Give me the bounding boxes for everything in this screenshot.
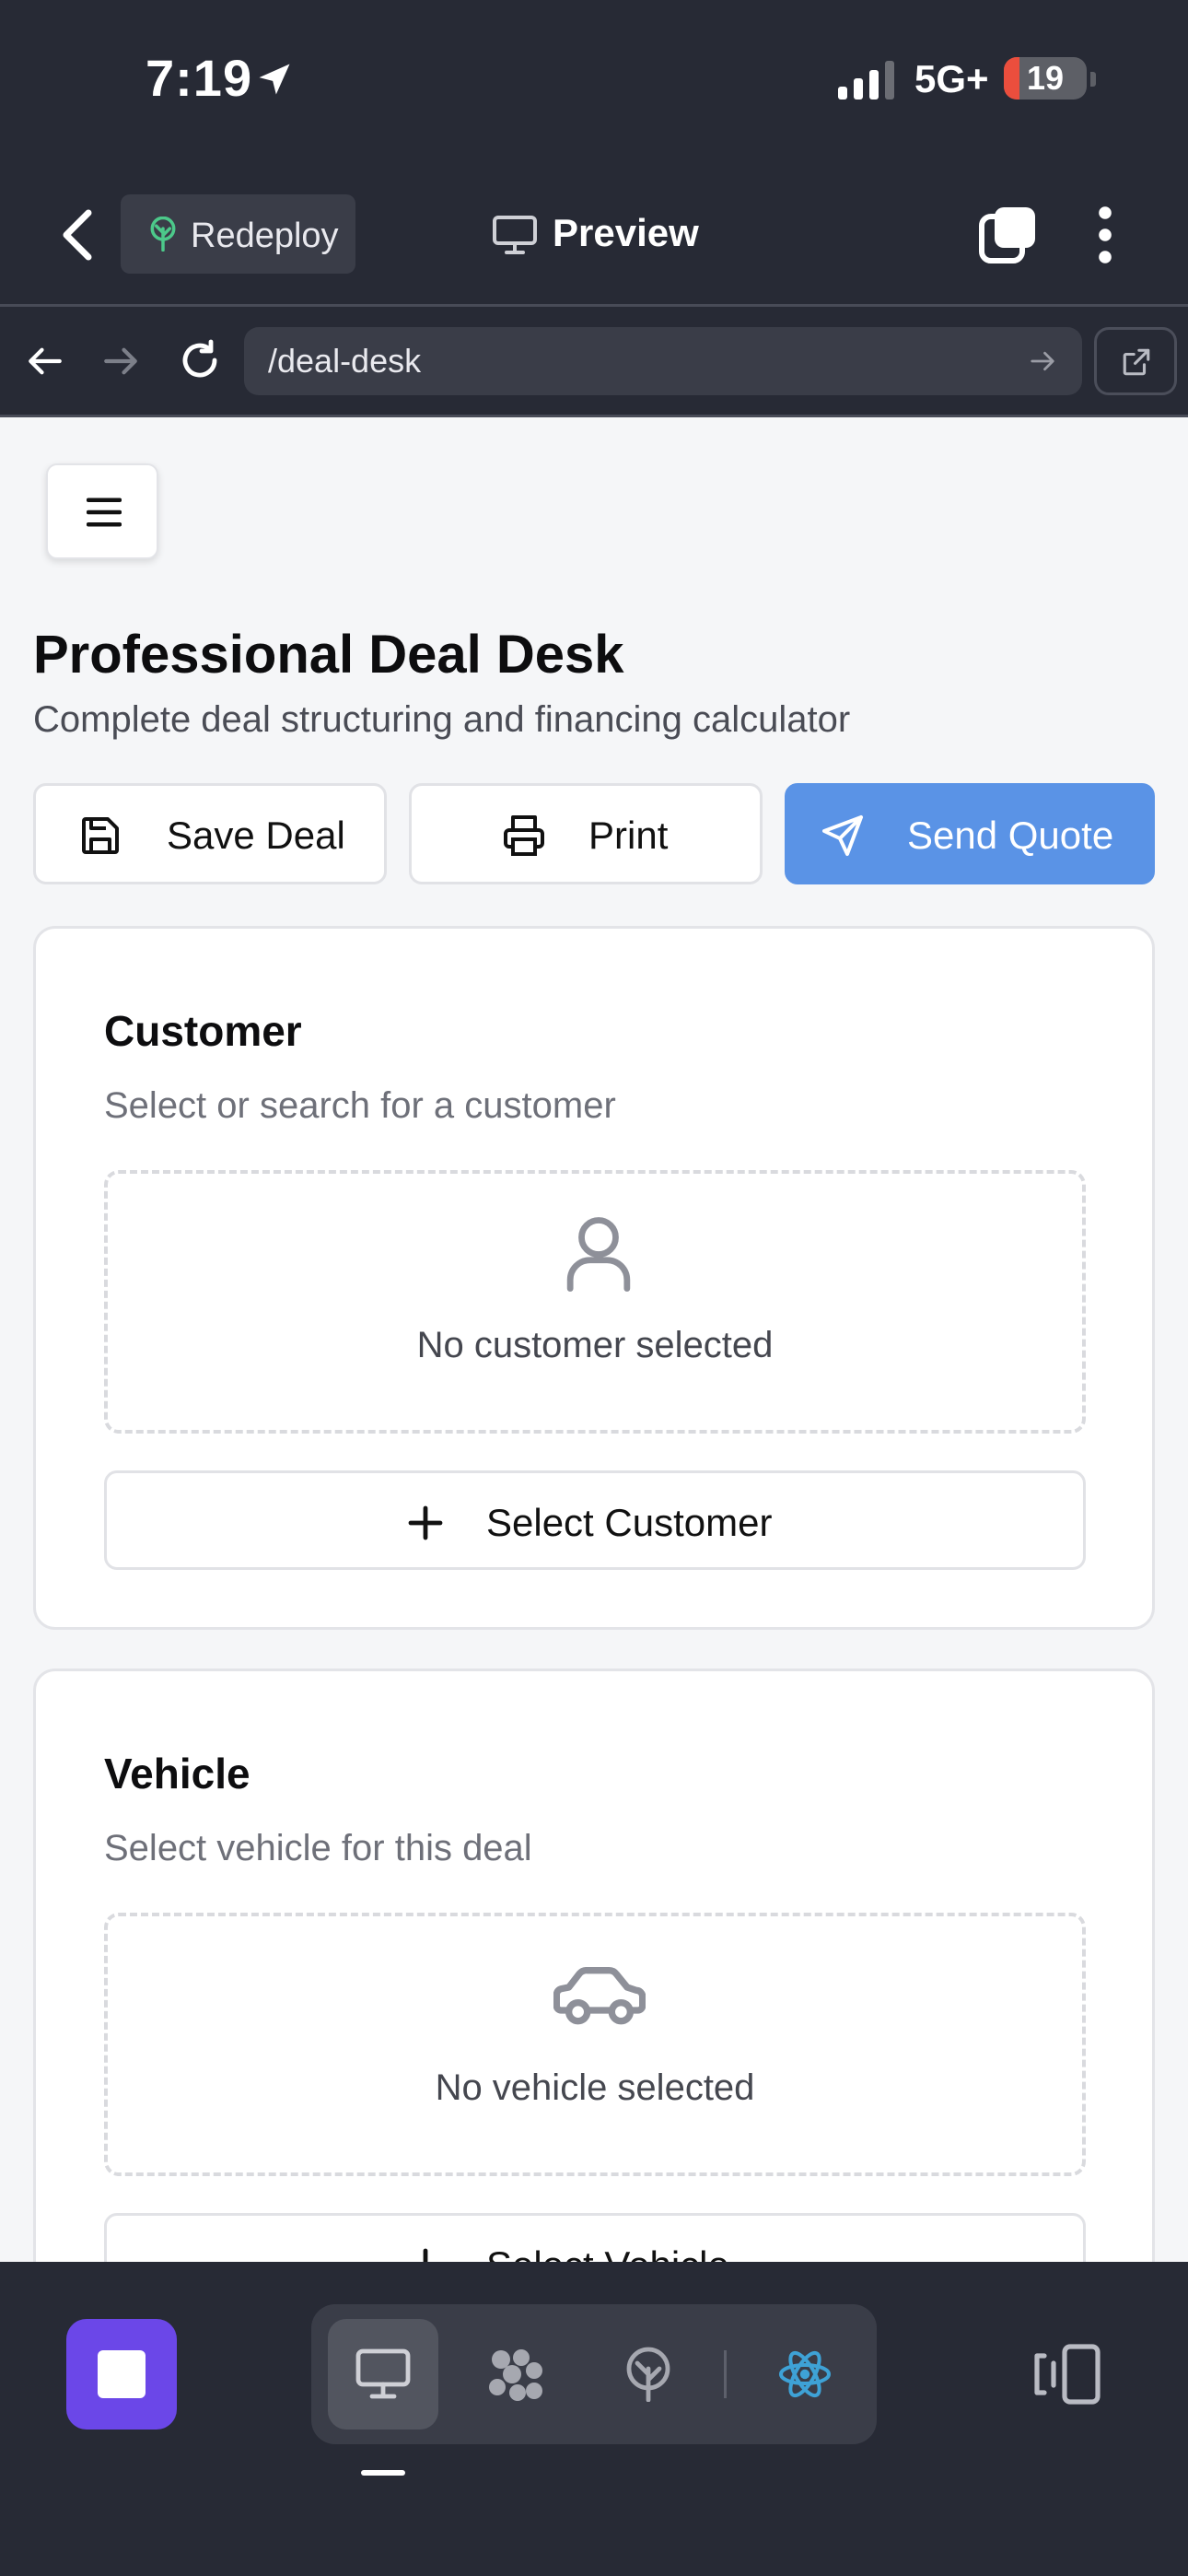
page-subtitle: Complete deal structuring and financing … xyxy=(33,699,851,740)
vehicle-card: Vehicle Select vehicle for this deal No … xyxy=(33,1669,1155,2262)
select-vehicle-label: Select Vehicle xyxy=(486,2243,729,2262)
arrow-left-icon[interactable] xyxy=(26,342,64,381)
select-customer-label: Select Customer xyxy=(486,1501,773,1544)
save-deal-label: Save Deal xyxy=(167,814,345,857)
preview-label: Preview xyxy=(553,211,699,254)
print-button[interactable]: Print xyxy=(409,783,763,884)
page-title: Professional Deal Desk xyxy=(33,625,624,685)
customer-card-description: Select or search for a customer xyxy=(104,1085,616,1126)
select-vehicle-button[interactable]: Select Vehicle xyxy=(104,2213,1086,2262)
toolbar-divider xyxy=(724,2350,727,2398)
url-input[interactable]: /deal-desk xyxy=(244,327,1082,395)
web-content: Professional Deal Desk Complete deal str… xyxy=(0,417,1188,2262)
arrow-right-icon[interactable] xyxy=(101,342,140,381)
redeploy-label: Redeploy xyxy=(191,217,339,255)
menu-button[interactable] xyxy=(46,463,158,559)
monitor-icon xyxy=(493,216,537,254)
deploy-tree-icon xyxy=(150,217,176,252)
customer-empty-state: No customer selected xyxy=(104,1170,1086,1434)
stop-icon xyxy=(98,2350,146,2398)
browser-toolbar: /deal-desk xyxy=(0,307,1188,417)
monitor-icon xyxy=(355,2348,411,2399)
menu-icon xyxy=(87,498,122,527)
send-icon xyxy=(822,815,863,856)
cluster-view-button[interactable] xyxy=(460,2319,571,2430)
battery-level: 19 xyxy=(1026,59,1065,97)
location-arrow-icon xyxy=(259,64,290,95)
more-vertical-icon[interactable] xyxy=(1092,205,1118,264)
customer-empty-text: No customer selected xyxy=(416,1325,774,1365)
user-icon xyxy=(566,1217,631,1292)
open-external-button[interactable] xyxy=(1094,327,1177,395)
panel-toggle-icon[interactable] xyxy=(1030,2341,1103,2407)
car-icon xyxy=(553,1967,646,2025)
plus-icon xyxy=(423,2248,428,2262)
network-type: 5G+ xyxy=(914,57,989,100)
plus-icon xyxy=(408,1505,443,1540)
stop-button[interactable] xyxy=(66,2319,177,2430)
tabs-icon[interactable] xyxy=(978,205,1037,264)
signal-bars-icon xyxy=(838,61,894,100)
vehicle-card-title: Vehicle xyxy=(104,1750,250,1797)
react-icon xyxy=(779,2350,831,2398)
arrow-right-icon[interactable] xyxy=(1029,347,1056,375)
status-bar: 7:19 5G+ 19 xyxy=(0,0,1188,161)
vehicle-empty-state: No vehicle selected xyxy=(104,1913,1086,2176)
vehicle-card-description: Select vehicle for this deal xyxy=(104,1828,532,1868)
app-bar: Redeploy Preview xyxy=(0,161,1188,307)
url-text: /deal-desk xyxy=(268,342,422,380)
external-link-icon xyxy=(1123,348,1150,376)
battery-tip xyxy=(1090,72,1096,87)
bottom-toolbar xyxy=(0,2262,1188,2576)
send-quote-button[interactable]: Send Quote xyxy=(785,783,1155,884)
save-icon xyxy=(82,817,119,854)
deploy-view-button[interactable] xyxy=(593,2319,704,2430)
redeploy-button[interactable]: Redeploy xyxy=(121,194,355,274)
select-customer-button[interactable]: Select Customer xyxy=(104,1470,1086,1570)
battery-icon: 19 xyxy=(1004,57,1087,100)
desktop-view-button[interactable] xyxy=(328,2319,438,2430)
status-time: 7:19 xyxy=(146,49,253,107)
send-quote-label: Send Quote xyxy=(907,814,1114,857)
customer-card-title: Customer xyxy=(104,1007,302,1055)
reload-icon[interactable] xyxy=(178,338,222,382)
active-view-indicator xyxy=(361,2470,405,2476)
cluster-icon xyxy=(489,2349,542,2401)
customer-card: Customer Select or search for a customer… xyxy=(33,926,1155,1630)
printer-icon xyxy=(504,815,544,856)
print-label: Print xyxy=(588,814,669,857)
react-view-button[interactable] xyxy=(750,2319,860,2430)
deploy-icon xyxy=(626,2347,670,2402)
save-deal-button[interactable]: Save Deal xyxy=(33,783,387,884)
vehicle-empty-text: No vehicle selected xyxy=(435,2067,755,2108)
chevron-left-icon[interactable] xyxy=(53,207,101,263)
view-switcher xyxy=(311,2304,877,2444)
